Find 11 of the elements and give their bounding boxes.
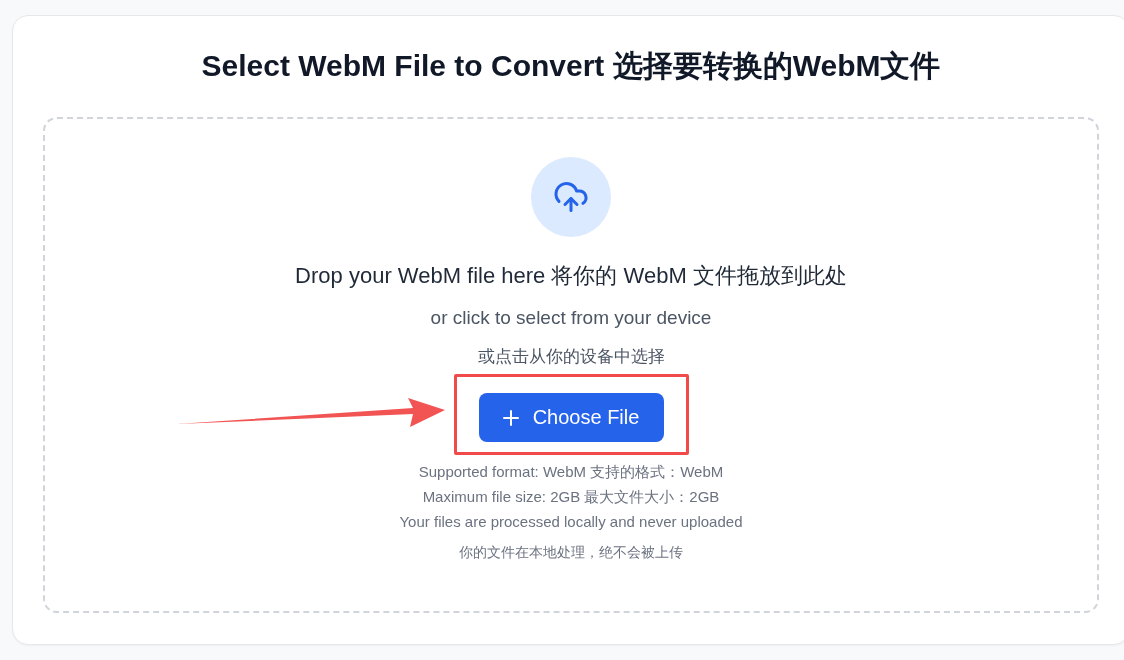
info-note: Supported format: WebM 支持的格式：WebM xyxy=(418,462,724,482)
select-hint: or click to select from your device xyxy=(430,306,712,330)
page-title: Select WebM File to Convert 选择要转换的WebM文件 xyxy=(201,48,941,84)
plus-icon xyxy=(502,409,519,426)
choose-file-button[interactable]: Choose File xyxy=(478,393,664,442)
drop-zone[interactable] xyxy=(43,117,1099,613)
info-note: Your files are processed locally and never uploaded xyxy=(399,512,743,532)
info-note: Maximum file size: 2GB 最大文件大小：2GB xyxy=(422,487,720,507)
drop-heading: Drop your WebM file here 将你的 WebM 文件拖放到此处 xyxy=(295,262,847,290)
select-hint-zh: 或点击从你的设备中选择 xyxy=(477,346,665,368)
info-note: 你的文件在本地处理，绝不会被上传 xyxy=(459,543,683,562)
